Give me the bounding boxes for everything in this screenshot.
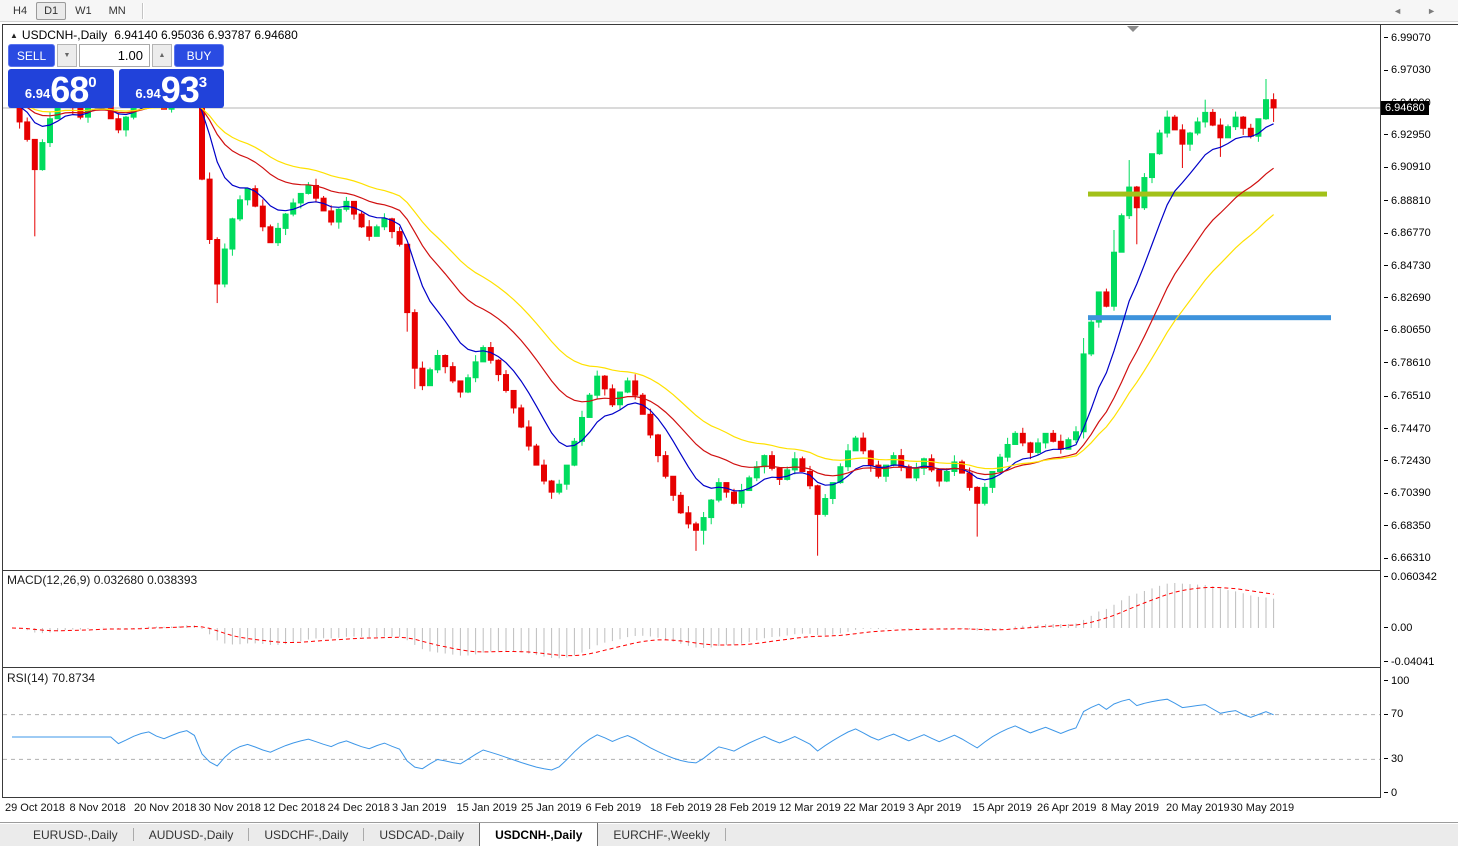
volume-increase-button[interactable]: ▲: [152, 44, 172, 67]
timeframe-button-d1[interactable]: D1: [36, 2, 66, 20]
price-tick: 6.80650: [1384, 324, 1431, 337]
symbol-period-label: USDCNH-,Daily: [22, 28, 107, 42]
price-tick: 6.92950: [1384, 128, 1431, 141]
price-tick: 6.97030: [1384, 64, 1431, 77]
chart-title: ▲ USDCNH-,Daily 6.94140 6.95036 6.93787 6.…: [10, 28, 298, 42]
chart-tab-eurusd[interactable]: EURUSD-,Daily: [18, 823, 133, 846]
date-tick: 22 Mar 2019: [844, 802, 906, 814]
tab-divider: [725, 828, 726, 841]
rsi-label: RSI(14) 70.8734: [7, 671, 95, 685]
price-tick: 6.68350: [1384, 519, 1431, 532]
chart-tab-usdcad[interactable]: USDCAD-,Daily: [364, 823, 479, 846]
sell-price-pip: 0: [88, 74, 96, 91]
ohlc-values: 6.94140 6.95036 6.93787 6.94680: [114, 28, 298, 42]
current-price-tag: 6.94680: [1381, 101, 1429, 115]
price-tick: 6.84730: [1384, 259, 1431, 272]
chart-shift-marker-icon[interactable]: [1127, 26, 1139, 32]
macd-histogram: [12, 583, 1274, 658]
buy-button[interactable]: BUY: [174, 44, 224, 67]
price-tick: 6.76510: [1384, 390, 1431, 403]
price-tick: 6.88810: [1384, 194, 1431, 207]
toolbar-separator: [142, 3, 144, 19]
macd-indicator-pane[interactable]: [3, 571, 1380, 667]
price-tick: 6.70390: [1384, 487, 1431, 500]
date-tick: 26 Apr 2019: [1037, 802, 1096, 814]
tab-scroll-right-icon[interactable]: ►: [1427, 6, 1436, 16]
date-tick: 20 May 2019: [1166, 802, 1230, 814]
collapse-arrow-icon[interactable]: ▲: [10, 31, 18, 40]
date-tick: 24 Dec 2018: [328, 802, 390, 814]
chart-tab-bar: EURUSD-,DailyAUDUSD-,DailyUSDCHF-,DailyU…: [0, 822, 1458, 846]
date-tick: 20 Nov 2018: [134, 802, 196, 814]
volume-input[interactable]: [79, 44, 150, 67]
timeframe-button-h4[interactable]: H4: [5, 2, 35, 20]
chart-tab-usdchf[interactable]: USDCHF-,Daily: [249, 823, 363, 846]
price-tick: 6.72430: [1384, 454, 1431, 467]
timeframe-button-mn[interactable]: MN: [101, 2, 134, 20]
date-tick: 12 Mar 2019: [779, 802, 841, 814]
macd-signal-line: [12, 587, 1274, 655]
date-tick: 29 Oct 2018: [5, 802, 65, 814]
rsi-tick: 0: [1384, 786, 1397, 799]
price-tick: 6.99070: [1384, 31, 1431, 44]
price-tick: 6.66310: [1384, 552, 1431, 565]
candles: [10, 69, 1277, 555]
macd-tick: 0.00: [1384, 621, 1412, 634]
rsi-tick: 100: [1384, 674, 1409, 687]
sell-price-prefix: 6.94: [25, 86, 50, 101]
chart-frame-edge: [1381, 24, 1458, 25]
macd-tick: -0.04041: [1384, 655, 1434, 668]
buy-price-pip: 3: [199, 74, 207, 91]
timeframe-button-w1[interactable]: W1: [67, 2, 100, 20]
time-scale[interactable]: 29 Oct 2018 8 Nov 2018 20 Nov 201830 Nov 2…: [3, 799, 1380, 819]
date-tick: 30 Nov 2018: [199, 802, 261, 814]
date-tick: 8 May 2019: [1102, 802, 1159, 814]
date-tick: 18 Feb 2019: [650, 802, 712, 814]
price-tick: 6.82690: [1384, 291, 1431, 304]
price-tick: 6.90910: [1384, 161, 1431, 174]
buy-price-display[interactable]: 6.94 93 3: [119, 69, 225, 108]
sell-price-display[interactable]: 6.94 68 0: [8, 69, 114, 108]
rsi-indicator-pane[interactable]: [3, 668, 1380, 797]
date-tick: 3 Apr 2019: [908, 802, 961, 814]
timeframe-toolbar: H4D1W1MN: [0, 0, 1458, 22]
price-tick: 6.78610: [1384, 356, 1431, 369]
date-tick: 28 Feb 2019: [715, 802, 777, 814]
macd-label: MACD(12,26,9) 0.032680 0.038393: [7, 573, 197, 587]
price-tick: 6.74470: [1384, 422, 1431, 435]
resistance-line[interactable]: [1088, 192, 1327, 197]
macd-tick: 0.060342: [1384, 570, 1437, 583]
volume-decrease-button[interactable]: ▼: [57, 44, 77, 67]
date-tick: 12 Dec 2018: [263, 802, 325, 814]
rsi-tick: 30: [1384, 752, 1403, 765]
tab-scroll-left-icon[interactable]: ◄: [1393, 6, 1402, 16]
date-tick: 25 Jan 2019: [521, 802, 582, 814]
chart-tab-eurchf[interactable]: EURCHF-,Weekly: [598, 823, 724, 846]
date-tick: 8 Nov 2018: [70, 802, 126, 814]
buy-price-main: 93: [161, 75, 199, 105]
chart-tab-usdcnh[interactable]: USDCNH-,Daily: [479, 823, 598, 846]
date-tick: 15 Apr 2019: [973, 802, 1032, 814]
sell-button[interactable]: SELL: [8, 44, 55, 67]
date-tick: 6 Feb 2019: [586, 802, 642, 814]
buy-price-prefix: 6.94: [135, 86, 160, 101]
sell-price-main: 68: [50, 75, 88, 105]
date-tick: 3 Jan 2019: [392, 802, 446, 814]
date-tick: 15 Jan 2019: [457, 802, 518, 814]
date-tick: 30 May 2019: [1231, 802, 1295, 814]
one-click-trade-panel: SELL ▼ ▲ BUY 6.94 68 0 6.94 93 3: [8, 44, 224, 108]
chart-tab-audusd[interactable]: AUDUSD-,Daily: [134, 823, 249, 846]
rsi-tick: 70: [1384, 708, 1403, 721]
price-tick: 6.86770: [1384, 227, 1431, 240]
